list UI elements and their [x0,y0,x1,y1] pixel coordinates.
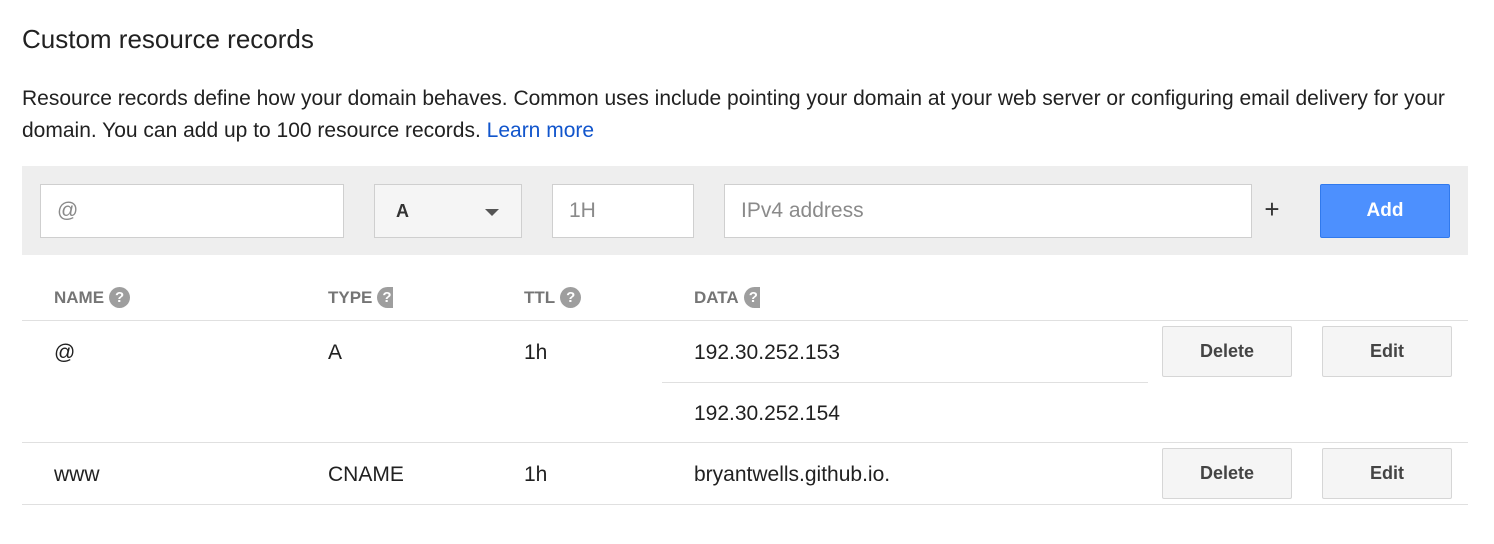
help-circle-icon[interactable]: ? [109,287,131,308]
name-input-placeholder: @ [57,199,79,222]
chevron-down-icon [485,209,499,216]
column-header-data-label: DATA [694,287,739,307]
data-input[interactable]: IPv4 address [724,184,1252,238]
add-record-form: @ A 1H IPv4 address + Add [22,166,1468,255]
record-type: A [328,341,343,364]
column-header-name-label: NAME [54,287,105,307]
column-header-type-label: TYPE [328,287,373,307]
edit-button[interactable]: Edit [1322,448,1452,499]
record-data: bryantwells.github.io. [694,463,891,486]
edit-button[interactable]: Edit [1322,326,1452,377]
type-select-value: A [396,200,409,221]
record-data: 192.30.252.153 [694,341,840,364]
help-circle-icon[interactable]: ? [743,287,760,308]
ttl-input-placeholder: 1H [569,199,596,222]
section-description: Resource records define how your domain … [22,83,1462,147]
record-name: www [54,463,100,486]
delete-button[interactable]: Delete [1162,448,1292,499]
help-circle-icon[interactable]: ? [377,287,394,308]
column-header-ttl: TTL ? [524,287,582,308]
record-name: @ [54,341,76,364]
add-button[interactable]: Add [1320,184,1450,238]
column-header-ttl-label: TTL [524,287,556,307]
section-title: Custom resource records [22,24,314,54]
add-data-plus-button[interactable]: + [1262,194,1282,225]
data-input-placeholder: IPv4 address [741,199,864,222]
row-divider [22,442,1468,443]
record-ttl: 1h [524,463,548,486]
description-text: Resource records define how your domain … [22,87,1445,142]
delete-button[interactable]: Delete [1162,326,1292,377]
record-type: CNAME [328,463,404,486]
column-header-name: NAME ? [54,287,131,308]
column-header-type: TYPE ? [328,287,394,308]
header-divider [22,320,1468,321]
column-header-data: DATA ? [694,287,760,308]
data-divider [662,382,1148,383]
record-ttl: 1h [524,341,548,364]
ttl-input[interactable]: 1H [552,184,694,238]
table-bottom-divider [22,504,1468,505]
name-input[interactable]: @ [40,184,344,238]
record-data: 192.30.252.154 [694,402,840,425]
help-circle-icon[interactable]: ? [560,287,582,308]
type-select[interactable]: A [374,184,522,238]
learn-more-link[interactable]: Learn more [487,119,594,142]
